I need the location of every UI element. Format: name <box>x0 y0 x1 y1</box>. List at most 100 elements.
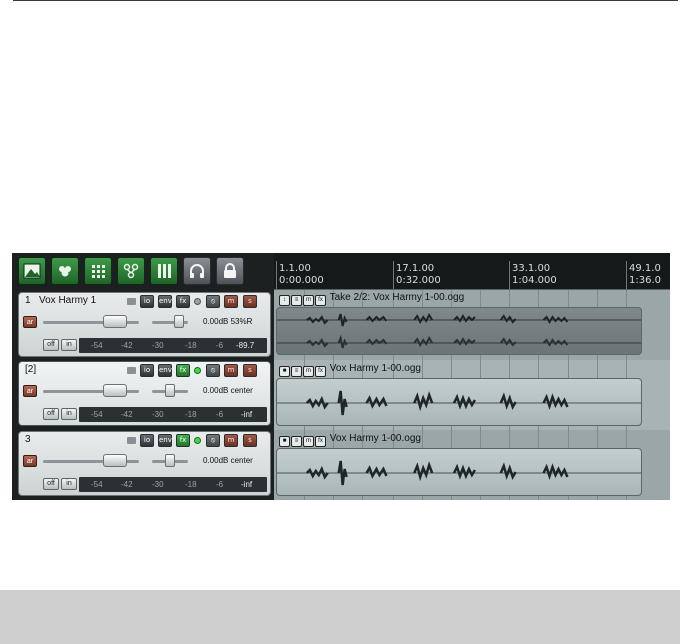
arrange-view[interactable]: 1.1.00 0:00.000 17.1.00 0:32.000 33.1.00… <box>274 253 670 500</box>
track-lane-3[interactable]: ■ ≡ m fx Vox Harmy 1-00.ogg <box>274 430 670 500</box>
top-rule <box>13 0 678 1</box>
item-fx-icon[interactable]: fx <box>315 295 326 306</box>
envelope-button[interactable]: env <box>158 295 172 308</box>
volume-knob[interactable] <box>103 384 127 397</box>
item-lock-icon[interactable]: ■ <box>279 366 290 377</box>
ruler-tick <box>626 261 627 289</box>
timeline-ruler[interactable]: 1.1.00 0:00.000 17.1.00 0:32.000 33.1.00… <box>274 253 670 290</box>
mute-button[interactable]: m <box>224 434 238 447</box>
meter-scale-label: -18 <box>185 480 197 489</box>
envelope-button[interactable]: env <box>158 434 172 447</box>
meter-scale-label: -30 <box>152 410 164 419</box>
io-button[interactable]: io <box>140 434 154 447</box>
fx-bypass-indicator[interactable] <box>194 298 201 305</box>
fx-list-icon[interactable]: ≡ <box>291 436 302 447</box>
item-title: ↕ ≡ m fx Take 2/2: Vox Harmy 1-00.ogg <box>279 292 464 306</box>
phase-button[interactable]: ⦸ <box>206 295 220 308</box>
grid-icon[interactable] <box>84 257 112 285</box>
record-monitor-off-button[interactable]: off <box>43 478 59 490</box>
volume-pan-readout: 0.00dB center <box>203 386 253 395</box>
meter-scale-label: -54 <box>91 341 103 350</box>
record-input-button[interactable]: in <box>61 478 77 490</box>
volume-pan-readout: 0.00dB 53%R <box>203 317 253 326</box>
pan-knob[interactable] <box>174 315 184 328</box>
phase-button[interactable]: ⦸ <box>206 434 220 447</box>
fx-button[interactable]: fx <box>176 364 190 377</box>
fx-list-icon[interactable]: ≡ <box>291 366 302 377</box>
record-arm-button[interactable]: ar <box>23 316 37 328</box>
volume-pan-readout: 0.00dB center <box>203 456 253 465</box>
fx-list-icon[interactable]: ≡ <box>291 295 302 306</box>
record-monitor-off-button[interactable]: off <box>43 408 59 420</box>
folder-icon[interactable] <box>127 367 136 374</box>
fx-button[interactable]: fx <box>176 295 190 308</box>
record-arm-button[interactable]: ar <box>23 385 37 397</box>
track-lane-1[interactable]: ↕ ≡ m fx Take 2/2: Vox Harmy 1-00.ogg <box>274 290 670 360</box>
peak-readout[interactable]: -inf <box>241 480 252 489</box>
ruler-time-label: 0:32.000 <box>396 275 441 286</box>
columns-icon[interactable] <box>150 257 178 285</box>
io-button[interactable]: io <box>140 295 154 308</box>
track-panel-3[interactable]: 3 io env fx ⦸ m s ar 0.00dB center off i… <box>18 431 271 496</box>
mute-button[interactable]: m <box>224 295 238 308</box>
image-icon[interactable] <box>18 257 46 285</box>
meter-scale-label: -18 <box>185 341 197 350</box>
item-mute-icon[interactable]: m <box>303 295 314 306</box>
peak-readout[interactable]: -89.7 <box>236 341 254 350</box>
folder-icon[interactable] <box>127 298 136 305</box>
mute-button[interactable]: m <box>224 364 238 377</box>
peak-readout[interactable]: -inf <box>241 410 252 419</box>
fx-button[interactable]: fx <box>176 434 190 447</box>
item-mute-icon[interactable]: m <box>303 366 314 377</box>
toolbar <box>18 257 270 287</box>
pan-knob[interactable] <box>165 454 175 467</box>
track-panel-1[interactable]: 1 Vox Harmy 1 io env fx ⦸ m s ar 0.00dB … <box>18 292 271 357</box>
track-panel-2[interactable]: [2] io env fx ⦸ m s ar 0.00dB center off… <box>18 361 271 426</box>
track-name-field[interactable]: Vox Harmy 1 <box>39 295 96 306</box>
meter-scale-label: -6 <box>216 410 224 419</box>
solo-button[interactable]: s <box>243 295 257 308</box>
meter-scale-label: -30 <box>152 480 164 489</box>
lock-icon[interactable] <box>216 257 244 285</box>
record-monitor-off-button[interactable]: off <box>43 339 59 351</box>
record-input-button[interactable]: in <box>61 408 77 420</box>
item-title-text: Vox Harmy 1-00.ogg <box>329 363 421 374</box>
waveform-take-2 <box>277 334 641 349</box>
media-item[interactable]: ■ ≡ m fx Vox Harmy 1-00.ogg <box>276 433 642 496</box>
waveform-take-1 <box>277 312 641 327</box>
item-mute-icon[interactable]: m <box>303 436 314 447</box>
ruler-time-label: 1:36.0 <box>629 275 661 286</box>
routing-icon[interactable] <box>117 257 145 285</box>
item-fx-icon[interactable]: fx <box>315 436 326 447</box>
ruler-tick <box>276 261 277 289</box>
level-meter: -54 -42 -30 -18 -6 -inf <box>79 477 267 492</box>
folder-icon[interactable] <box>127 437 136 444</box>
record-input-button[interactable]: in <box>61 339 77 351</box>
io-button[interactable]: io <box>140 364 154 377</box>
track-number: [2] <box>25 364 37 375</box>
solo-button[interactable]: s <box>243 364 257 377</box>
track-lane-2[interactable]: ■ ≡ m fx Vox Harmy 1-00.ogg <box>274 360 670 430</box>
item-fx-icon[interactable]: fx <box>315 366 326 377</box>
meter-scale-label: -18 <box>185 410 197 419</box>
record-arm-button[interactable]: ar <box>23 455 37 467</box>
take-icon[interactable]: ↕ <box>279 295 290 306</box>
meter-scale-label: -6 <box>216 480 224 489</box>
envelope-button[interactable]: env <box>158 364 172 377</box>
track-control-panel-area: 1 Vox Harmy 1 io env fx ⦸ m s ar 0.00dB … <box>12 253 274 500</box>
fx-enabled-indicator[interactable] <box>194 437 201 444</box>
media-item[interactable]: ■ ≡ m fx Vox Harmy 1-00.ogg <box>276 363 642 426</box>
volume-knob[interactable] <box>103 315 127 328</box>
volume-knob[interactable] <box>103 454 127 467</box>
media-item-take[interactable]: ↕ ≡ m fx Take 2/2: Vox Harmy 1-00.ogg <box>276 292 642 355</box>
item-lock-icon[interactable]: ■ <box>279 436 290 447</box>
bottom-band <box>0 590 680 644</box>
fx-enabled-indicator[interactable] <box>194 367 201 374</box>
group-icon[interactable] <box>51 257 79 285</box>
ruler-measure-label: 49.1.0 <box>629 263 661 274</box>
pan-knob[interactable] <box>165 384 175 397</box>
solo-button[interactable]: s <box>243 434 257 447</box>
phase-button[interactable]: ⦸ <box>206 364 220 377</box>
meter-scale-label: -6 <box>216 341 224 350</box>
headphones-icon[interactable] <box>183 257 211 285</box>
